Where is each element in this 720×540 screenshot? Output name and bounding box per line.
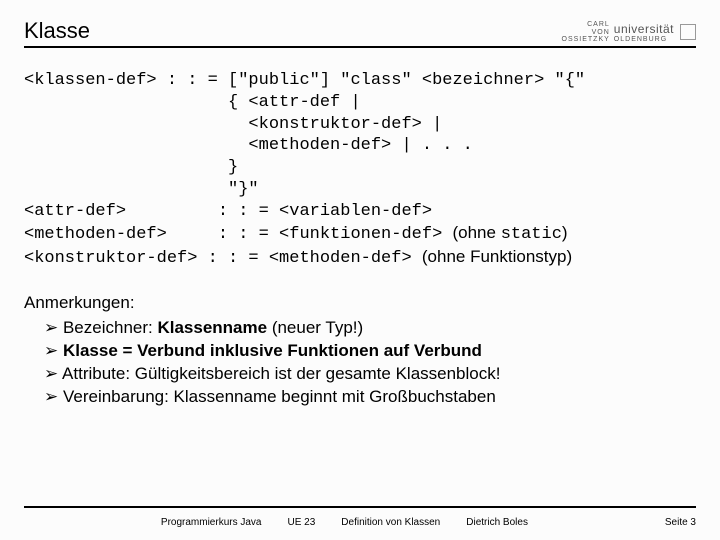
logo-sub: OLDENBURG bbox=[614, 36, 674, 44]
list-item: Vereinbarung: Klassenname beginnt mit Gr… bbox=[24, 386, 696, 409]
logo-word: universität bbox=[614, 22, 674, 36]
grammar-note-mono: static bbox=[501, 225, 562, 244]
logo-line2: VON bbox=[562, 29, 610, 37]
list-item: Bezeichner: Klassenname (neuer Typ!) bbox=[24, 317, 696, 340]
item-post: (neuer Typ!) bbox=[267, 318, 363, 337]
logo-small-text: CARL VON OSSIETZKY bbox=[562, 21, 610, 44]
grammar-line: <konstruktor-def> | bbox=[24, 115, 442, 134]
list-item: Klasse = Verbund inklusive Funktionen au… bbox=[24, 340, 696, 363]
grammar-line: <methoden-def> : : = <funktionen-def> bbox=[24, 225, 452, 244]
grammar-line: <attr-def> : : = <variablen-def> bbox=[24, 202, 432, 221]
remarks-block: Anmerkungen: Bezeichner: Klassenname (ne… bbox=[24, 292, 696, 409]
grammar-note: (ohne bbox=[452, 223, 500, 242]
grammar-block: <klassen-def> : : = ["public"] "class" <… bbox=[24, 70, 696, 270]
footer-author: Dietrich Boles bbox=[466, 517, 528, 528]
grammar-line: } bbox=[24, 158, 238, 177]
grammar-line: <klassen-def> : : = ["public"] "class" <… bbox=[24, 71, 585, 90]
university-logo: CARL VON OSSIETZKY universität OLDENBURG bbox=[562, 21, 697, 44]
grammar-note-close: ) bbox=[562, 223, 568, 242]
logo-wordmark: universität OLDENBURG bbox=[614, 22, 674, 44]
logo-square-icon bbox=[680, 24, 696, 40]
slide: Klasse CARL VON OSSIETZKY universität OL… bbox=[0, 0, 720, 540]
logo-line1: CARL bbox=[562, 21, 610, 29]
item-text: Attribute: Gültigkeitsbereich ist der ge… bbox=[62, 364, 500, 383]
item-text: Vereinbarung: Klassenname beginnt mit Gr… bbox=[63, 387, 496, 406]
grammar-line: "}" bbox=[24, 180, 259, 199]
grammar-note: (ohne Funktionstyp) bbox=[422, 247, 572, 266]
item-pre: Bezeichner: bbox=[63, 318, 158, 337]
grammar-line: { <attr-def | bbox=[24, 93, 361, 112]
page-title: Klasse bbox=[24, 18, 90, 44]
item-bold: Klasse = Verbund inklusive Funktionen au… bbox=[63, 341, 482, 360]
remarks-title: Anmerkungen: bbox=[24, 292, 696, 315]
remarks-list: Bezeichner: Klassenname (neuer Typ!) Kla… bbox=[24, 317, 696, 409]
logo-line3: OSSIETZKY bbox=[562, 36, 610, 44]
list-item: Attribute: Gültigkeitsbereich ist der ge… bbox=[24, 363, 696, 386]
footer-unit: UE 23 bbox=[288, 517, 316, 528]
grammar-line: <konstruktor-def> : : = <methoden-def> bbox=[24, 249, 422, 268]
footer: Programmierkurs Java UE 23 Definition vo… bbox=[24, 517, 696, 528]
footer-divider bbox=[24, 506, 696, 508]
footer-center: Programmierkurs Java UE 23 Definition vo… bbox=[161, 517, 528, 528]
grammar-line: <methoden-def> | . . . bbox=[24, 136, 473, 155]
item-bold: Klassenname bbox=[157, 318, 267, 337]
header: Klasse CARL VON OSSIETZKY universität OL… bbox=[24, 18, 696, 48]
footer-page: Seite 3 bbox=[665, 517, 696, 528]
footer-course: Programmierkurs Java bbox=[161, 517, 262, 528]
footer-topic: Definition von Klassen bbox=[341, 517, 440, 528]
